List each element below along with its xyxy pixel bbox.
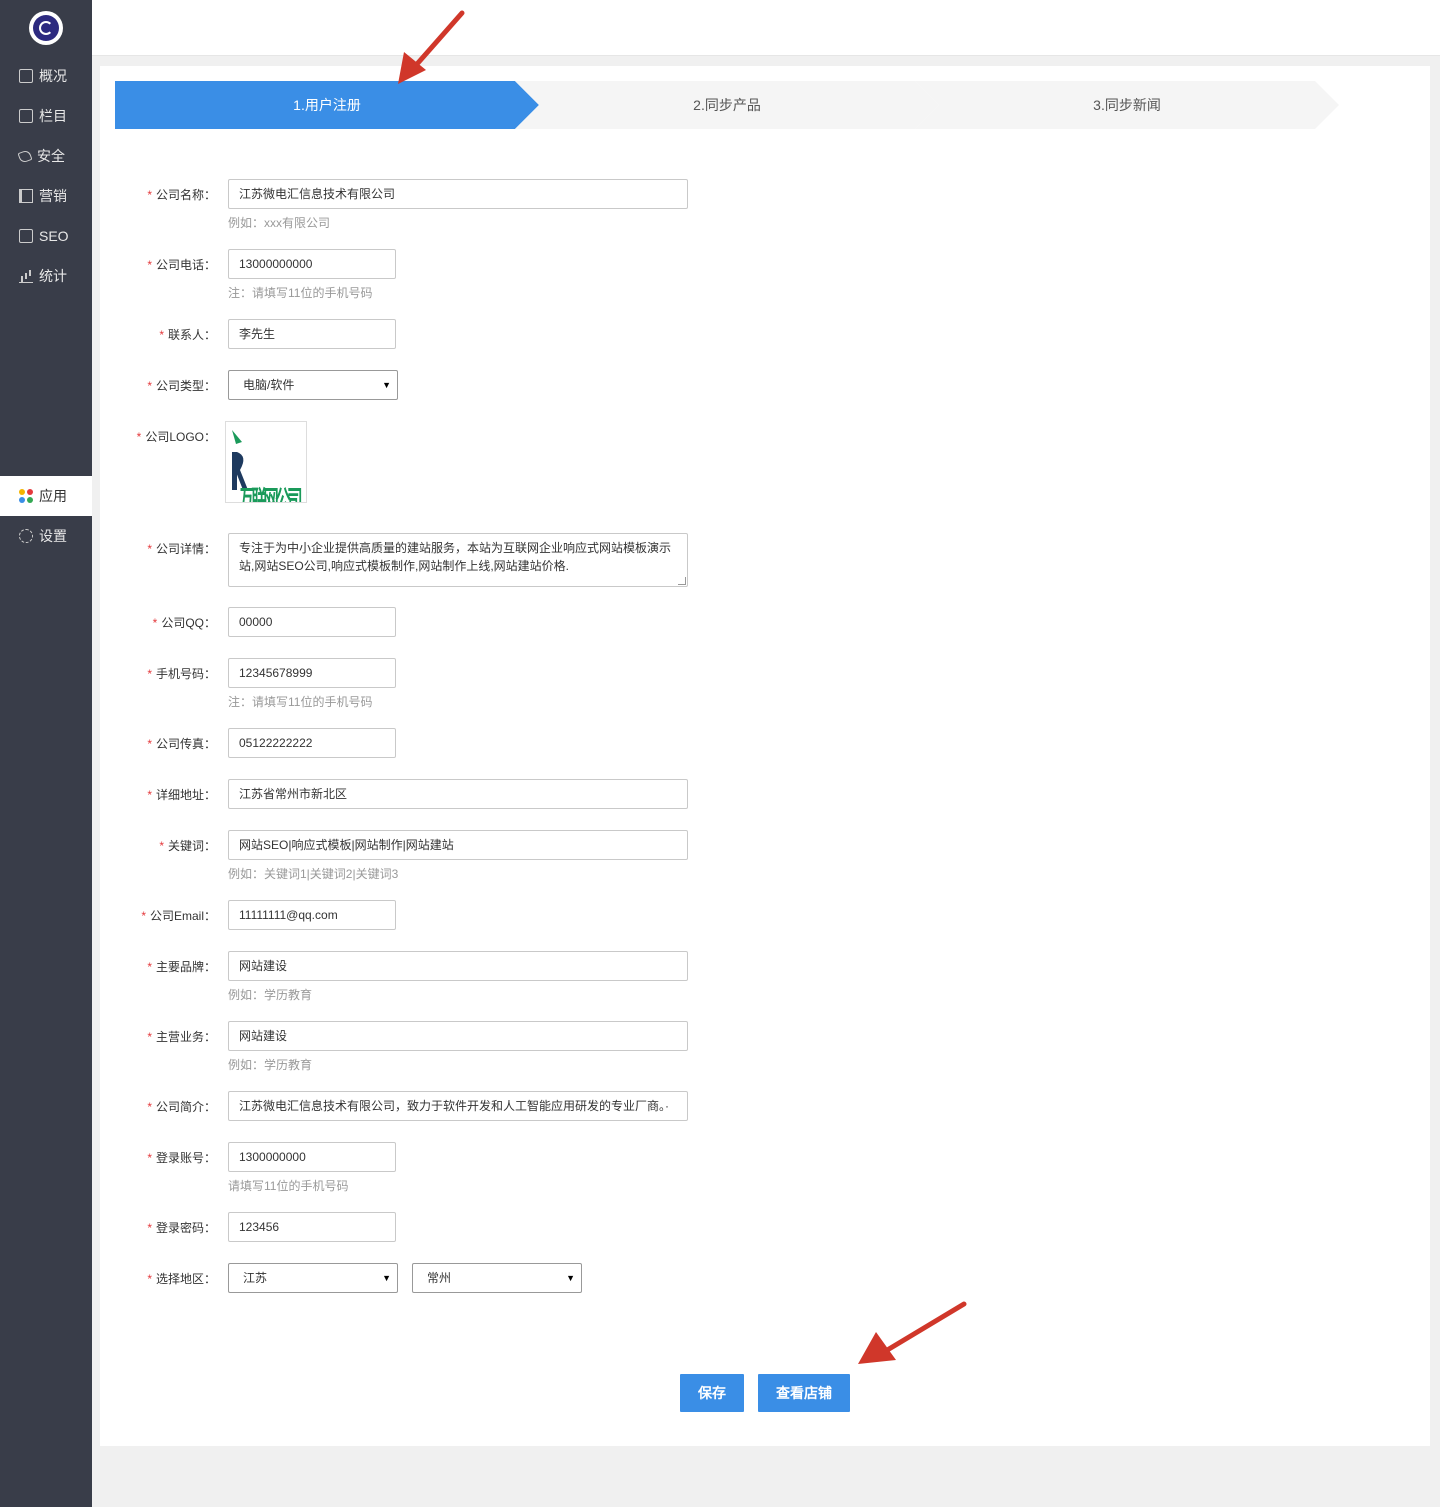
account-input[interactable]: 1300000000 (228, 1142, 396, 1172)
book-icon (19, 189, 33, 203)
sidebar-item-marketing[interactable]: 营销 (0, 176, 92, 216)
caret-down-icon: ▼ (382, 380, 391, 390)
monitor-icon (19, 69, 33, 83)
form-hint: 请填写11位的手机号码 (228, 1179, 349, 1193)
caret-down-icon: ▼ (566, 1273, 575, 1283)
company-phone-input[interactable]: 13000000000 (228, 249, 396, 279)
brand-logo-icon[interactable] (29, 11, 63, 45)
form-hint: 注：请填写11位的手机号码 (228, 695, 373, 709)
apps-icon (19, 489, 33, 503)
form-label: * 公司类型： (147, 379, 216, 393)
form-hint: 注：请填写11位的手机号码 (228, 286, 373, 300)
intro-input[interactable]: 江苏微电汇信息技术有限公司，致力于软件开发和人工智能应用研发的专业厂商。· (228, 1091, 688, 1121)
form-label: * 联系人： (159, 328, 216, 342)
form-label: * 关键词： (159, 839, 216, 853)
form-label: * 公司详情： (147, 542, 216, 556)
tag-icon (17, 148, 33, 164)
form-label: * 详细地址： (147, 788, 216, 802)
step-progress: 1.用户注册 2.同步产品 3.同步新闻 (115, 81, 1340, 129)
sidebar-item-settings[interactable]: 设置 (0, 516, 92, 556)
form-label: * 公司QQ： (152, 616, 216, 630)
company-qq-input[interactable]: 00000 (228, 607, 396, 637)
form-label: * 选择地区： (147, 1272, 216, 1286)
address-input[interactable]: 江苏省常州市新北区 (228, 779, 688, 809)
company-type-select[interactable]: 电脑/软件 ▼ (228, 370, 398, 400)
sidebar-item-columns[interactable]: 栏目 (0, 96, 92, 136)
sidebar-item-label: 栏目 (39, 108, 67, 124)
sidebar-item-security[interactable]: 安全 (0, 136, 92, 176)
gear-icon (19, 529, 33, 543)
step-user-register[interactable]: 1.用户注册 (115, 81, 539, 129)
top-bar (92, 0, 1440, 56)
sidebar-item-label: 统计 (39, 268, 67, 284)
sidebar-item-overview[interactable]: 概况 (0, 56, 92, 96)
keywords-input[interactable]: 网站SEO|响应式模板|网站制作|网站建站 (228, 830, 688, 860)
form-label: * 公司LOGO： (136, 430, 216, 444)
form-label: * 公司电话： (147, 258, 216, 272)
form-hint: 例如：学历教育 (228, 988, 313, 1002)
email-input[interactable]: 11111111@qq.com (228, 900, 396, 930)
sidebar-item-label: 设置 (39, 528, 67, 544)
form-label: * 公司传真： (147, 737, 216, 751)
form-label: * 公司简介： (147, 1100, 216, 1114)
sidebar-item-stats[interactable]: 统计 (0, 256, 92, 296)
step-sync-products[interactable]: 2.同步产品 (515, 81, 939, 129)
form-label: * 公司名称： (147, 188, 216, 202)
brand-input[interactable]: 网站建设 (228, 951, 688, 981)
company-logo-image: 互联网公司 (232, 430, 303, 502)
sidebar: 概况 栏目 安全 营销 SEO 统计 应用 设置 (0, 0, 92, 1507)
mobile-input[interactable]: 12345678999 (228, 658, 396, 688)
form-hint: 例如：关键词1|关键词2|关键词3 (228, 867, 399, 881)
view-shop-button[interactable]: 查看店铺 (758, 1374, 850, 1412)
form-label: * 手机号码： (147, 667, 216, 681)
province-select[interactable]: 江苏 ▼ (228, 1263, 398, 1293)
form-label: * 主要品牌： (147, 960, 216, 974)
fax-input[interactable]: 05122222222 (228, 728, 396, 758)
bar-chart-icon (19, 269, 33, 283)
sidebar-item-label: 概况 (39, 68, 67, 84)
sidebar-item-label: SEO (39, 228, 69, 244)
sidebar-item-label: 营销 (39, 188, 67, 204)
step-sync-news[interactable]: 3.同步新闻 (915, 81, 1339, 129)
list-icon (19, 109, 33, 123)
save-button[interactable]: 保存 (680, 1374, 744, 1412)
contact-input[interactable]: 李先生 (228, 319, 396, 349)
sidebar-item-apps[interactable]: 应用 (0, 476, 92, 516)
sidebar-item-label: 应用 (39, 488, 67, 504)
city-select[interactable]: 常州 ▼ (412, 1263, 582, 1293)
resize-handle-icon[interactable] (678, 577, 686, 585)
company-name-input[interactable]: 江苏微电汇信息技术有限公司 (228, 179, 688, 209)
form-label: * 登录账号： (147, 1151, 216, 1165)
caret-down-icon: ▼ (382, 1273, 391, 1283)
seo-icon (19, 229, 33, 243)
form-label: * 登录密码： (147, 1221, 216, 1235)
form-label: * 公司Email： (141, 909, 216, 923)
company-logo-upload[interactable]: 互联网公司 (225, 421, 307, 503)
form-label: * 主营业务： (147, 1030, 216, 1044)
sidebar-item-label: 安全 (37, 148, 65, 164)
password-input[interactable]: 123456 (228, 1212, 396, 1242)
svg-text:互联网公司: 互联网公司 (240, 485, 303, 502)
form-hint: 例如：学历教育 (228, 1058, 313, 1072)
sidebar-item-seo[interactable]: SEO (0, 216, 92, 256)
form-hint: 例如：xxx有限公司 (228, 216, 331, 230)
business-input[interactable]: 网站建设 (228, 1021, 688, 1051)
company-detail-textarea[interactable]: 专注于为中小企业提供高质量的建站服务，本站为互联网企业响应式网站模板演示站,网站… (228, 533, 688, 587)
